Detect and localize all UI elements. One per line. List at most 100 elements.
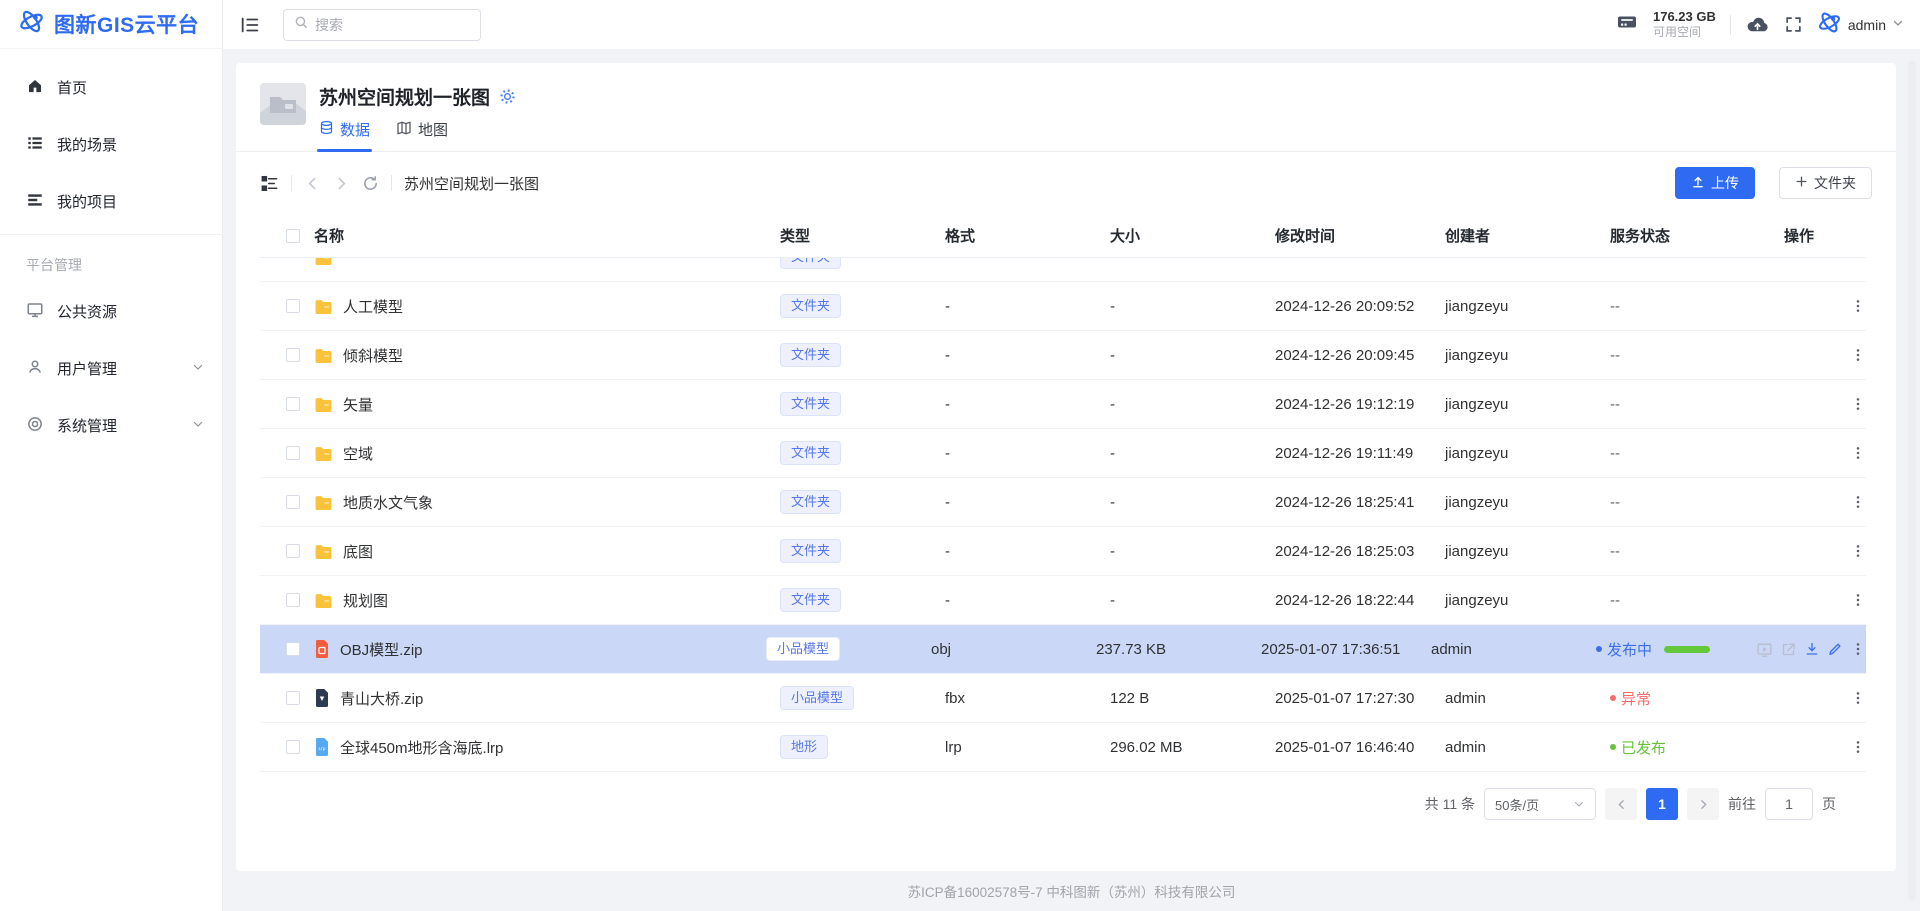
file-name[interactable]: 空域 (343, 443, 373, 464)
download-icon[interactable] (1804, 641, 1820, 657)
file-name[interactable]: 地质水文气象 (343, 492, 433, 513)
page-scrollbar[interactable] (1908, 61, 1916, 901)
type-badge: 地形 (780, 735, 828, 759)
collapse-sidebar-icon[interactable] (239, 14, 261, 36)
page-size-select[interactable]: 50条/页 (1484, 788, 1596, 820)
file-name[interactable]: 全球450m地形含海底.lrp (340, 737, 503, 758)
file-name[interactable]: 人工模型 (343, 296, 403, 317)
row-checkbox[interactable] (286, 495, 300, 509)
storage-value: 176.23 GB (1653, 9, 1716, 25)
home-icon (26, 77, 44, 99)
more-actions-icon[interactable] (1850, 494, 1866, 510)
table-row[interactable]: 底图文件夹--2024-12-26 18:25:03jiangzeyu-- (260, 527, 1866, 576)
file-name[interactable]: 倾斜模型 (343, 345, 403, 366)
edit-icon[interactable] (1827, 641, 1843, 657)
tree-view-icon[interactable] (260, 174, 279, 193)
table-row[interactable]: 文件夹 (260, 258, 1866, 282)
row-checkbox[interactable] (286, 593, 300, 607)
cloud-upload-icon[interactable] (1745, 12, 1770, 37)
file-name[interactable]: 青山大桥.zip (340, 688, 423, 709)
projects-list-icon (26, 191, 44, 213)
more-actions-icon[interactable] (1850, 739, 1866, 755)
video-preview-icon[interactable] (1756, 641, 1773, 658)
more-actions-icon[interactable] (1850, 543, 1866, 559)
col-name: 名称 (314, 225, 780, 246)
row-checkbox[interactable] (286, 446, 300, 460)
sidebar-item-main-0[interactable]: 首页 (0, 59, 222, 116)
select-all-checkbox[interactable] (286, 229, 300, 243)
file-name[interactable]: 矢量 (343, 394, 373, 415)
more-actions-icon[interactable] (1850, 592, 1866, 608)
user-menu[interactable]: admin (1817, 10, 1904, 40)
sidebar-item-admin-2[interactable]: 系统管理 (0, 397, 222, 454)
page-unit-label: 页 (1822, 794, 1836, 814)
more-actions-icon[interactable] (1850, 690, 1866, 706)
sidebar-item-admin-0[interactable]: 公共资源 (0, 283, 222, 340)
sidebar-item-label: 公共资源 (57, 301, 117, 322)
table-row[interactable]: 规划图文件夹--2024-12-26 18:22:44jiangzeyu-- (260, 576, 1866, 625)
type-badge: 小品模型 (766, 637, 840, 661)
upload-icon (1691, 175, 1705, 192)
service-status: -- (1610, 396, 1770, 413)
table-row[interactable]: 空域文件夹--2024-12-26 19:11:49jiangzeyu-- (260, 429, 1866, 478)
sidebar-item-main-1[interactable]: 我的场景 (0, 116, 222, 173)
file-name[interactable]: 底图 (343, 541, 373, 562)
back-icon[interactable] (304, 175, 321, 192)
tab-data[interactable]: 数据 (319, 119, 370, 151)
more-actions-icon[interactable] (1850, 641, 1866, 657)
more-actions-icon[interactable] (1850, 396, 1866, 412)
fullscreen-icon[interactable] (1784, 15, 1803, 34)
brand[interactable]: 图新GIS云平台 (0, 0, 222, 49)
type-badge: 文件夹 (780, 588, 841, 612)
gear-icon[interactable] (499, 88, 516, 105)
chevron-down-icon (192, 417, 204, 434)
search-input[interactable] (315, 17, 465, 33)
row-checkbox[interactable] (286, 397, 300, 411)
col-type: 类型 (780, 225, 945, 246)
table-row[interactable]: Lrp全球450m地形含海底.lrp地形lrp296.02 MB2025-01-… (260, 723, 1866, 772)
sidebar-item-admin-1[interactable]: 用户管理 (0, 340, 222, 397)
chevron-down-icon (1892, 16, 1904, 34)
share-icon[interactable] (1780, 641, 1797, 658)
forward-icon[interactable] (333, 175, 350, 192)
breadcrumb[interactable]: 苏州空间规划一张图 (404, 173, 539, 194)
row-checkbox[interactable] (286, 642, 300, 656)
row-checkbox[interactable] (286, 740, 300, 754)
type-badge: 文件夹 (780, 490, 841, 514)
row-checkbox[interactable] (286, 691, 300, 705)
creator: jiangzeyu (1445, 347, 1610, 364)
more-actions-icon[interactable] (1850, 445, 1866, 461)
page-number-button[interactable]: 1 (1646, 788, 1678, 820)
chevron-down-icon (1573, 798, 1585, 810)
more-actions-icon[interactable] (1850, 347, 1866, 363)
avatar-atom-icon (1817, 10, 1842, 40)
table-row[interactable]: 人工模型文件夹--2024-12-26 20:09:52jiangzeyu-- (260, 282, 1866, 331)
table-row[interactable]: OBJ模型.zip小品模型obj237.73 KB2025-01-07 17:3… (260, 625, 1866, 674)
col-modified: 修改时间 (1275, 225, 1445, 246)
goto-page-input[interactable] (1765, 788, 1813, 820)
table-row[interactable]: 地质水文气象文件夹--2024-12-26 18:25:41jiangzeyu-… (260, 478, 1866, 527)
service-status: 已发布 (1610, 737, 1770, 758)
upload-button[interactable]: 上传 (1675, 167, 1755, 199)
row-checkbox[interactable] (286, 299, 300, 313)
table-row[interactable]: 矢量文件夹--2024-12-26 19:12:19jiangzeyu-- (260, 380, 1866, 429)
search-box[interactable] (283, 9, 481, 41)
table-row[interactable]: 青山大桥.zip小品模型fbx122 B2025-01-07 17:27:30a… (260, 674, 1866, 723)
new-folder-button[interactable]: 文件夹 (1779, 167, 1872, 199)
next-page-button[interactable] (1687, 788, 1719, 820)
more-actions-icon[interactable] (1850, 298, 1866, 314)
refresh-icon[interactable] (362, 175, 379, 192)
page-title: 苏州空间规划一张图 (319, 83, 490, 110)
table-row[interactable]: 倾斜模型文件夹--2024-12-26 20:09:45jiangzeyu-- (260, 331, 1866, 380)
data-panel: 苏州空间规划一张图 数据地图 (236, 63, 1896, 871)
file-name[interactable]: OBJ模型.zip (340, 639, 423, 660)
row-checkbox[interactable] (286, 544, 300, 558)
sidebar: 图新GIS云平台 首页我的场景我的项目平台管理公共资源用户管理系统管理 (0, 0, 223, 911)
file-name[interactable]: 规划图 (343, 590, 388, 611)
pagination: 共 11 条 50条/页 1 前往 (260, 788, 1866, 820)
row-checkbox[interactable] (286, 348, 300, 362)
sidebar-item-main-2[interactable]: 我的项目 (0, 173, 222, 230)
prev-page-button[interactable] (1605, 788, 1637, 820)
tab-map[interactable]: 地图 (396, 119, 448, 151)
creator: jiangzeyu (1445, 543, 1610, 560)
